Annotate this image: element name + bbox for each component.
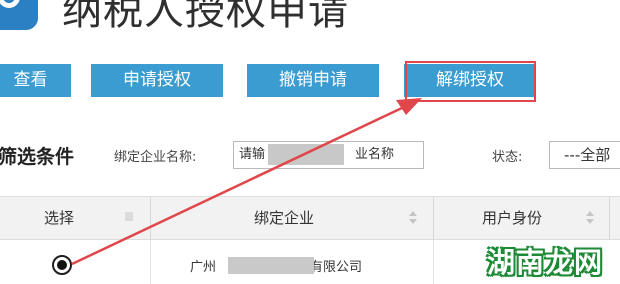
- column-header-user-identity[interactable]: 用户身份: [482, 207, 542, 228]
- highlight-box: [405, 61, 536, 102]
- status-select[interactable]: ---全部: [549, 141, 620, 169]
- redaction-blur: [268, 144, 344, 165]
- column-resize-handle: [125, 212, 133, 221]
- company-name-prefix: 广州: [190, 260, 217, 275]
- revoke-application-button[interactable]: 撤销申请: [247, 64, 379, 97]
- column-divider: [150, 240, 151, 284]
- column-header-select: 选择: [44, 209, 75, 227]
- row-select-radio[interactable]: [52, 255, 72, 275]
- watermark-text: 湖南龙网: [487, 246, 604, 279]
- table-header: 选择 绑定企业 用户身份: [0, 196, 620, 241]
- column-header-company[interactable]: 绑定企业: [254, 207, 314, 228]
- app-logo-icon: [0, 0, 38, 30]
- company-name-placeholder-end: 业名称: [355, 147, 395, 162]
- column-divider: [433, 197, 434, 241]
- sort-icon[interactable]: [409, 211, 417, 225]
- column-divider: [150, 197, 151, 241]
- company-name-placeholder: 请输: [239, 147, 266, 162]
- page-title: 纳税人授权申请: [62, 0, 349, 32]
- company-name-suffix: 有限公司: [310, 260, 363, 275]
- watermark-logo: 湖南龙网: [481, 239, 620, 283]
- status-label: 状态:: [492, 150, 523, 165]
- redaction-blur: [228, 257, 314, 274]
- radio-selected-dot: [57, 260, 67, 270]
- column-divider: [433, 240, 434, 284]
- apply-authorization-button[interactable]: 申请授权: [91, 64, 223, 97]
- filter-section-title: 筛选条件: [0, 146, 75, 168]
- page-header: 纳税人授权申请: [0, 0, 620, 32]
- sort-icon[interactable]: [586, 211, 594, 225]
- column-divider: [609, 197, 610, 241]
- view-button[interactable]: 查看: [0, 64, 71, 97]
- company-name-label: 绑定企业名称:: [114, 150, 197, 165]
